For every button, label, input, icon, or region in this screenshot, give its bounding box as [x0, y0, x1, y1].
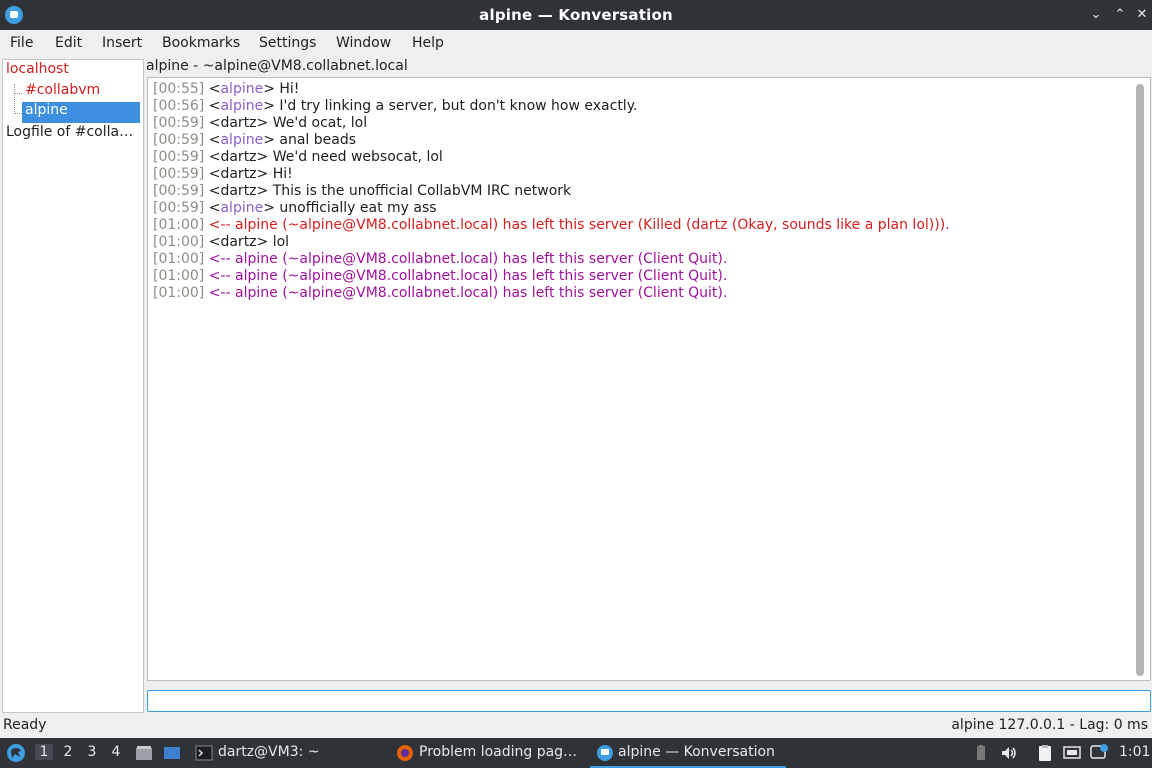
tree-item-collabvm[interactable]: #collabvm	[25, 82, 100, 98]
application-menu-icon[interactable]	[6, 743, 26, 763]
message-text: unofficially eat my ass	[274, 200, 437, 216]
desktop-4[interactable]: 4	[107, 744, 125, 760]
chat-line: [01:00] <-- alpine (~alpine@VM8.collabne…	[153, 251, 727, 267]
message-timestamp: [01:00]	[153, 217, 205, 233]
chat-line: [01:00] <-- alpine (~alpine@VM8.collabne…	[153, 217, 950, 233]
message-timestamp: [00:56]	[153, 98, 205, 114]
message-timestamp: [00:59]	[153, 200, 205, 216]
taskbar-firefox[interactable]: Problem loading pag…	[419, 744, 577, 760]
message-text: lol	[268, 234, 290, 250]
message-text: Hi!	[274, 81, 300, 97]
chat-line: [01:00] <-- alpine (~alpine@VM8.collabne…	[153, 285, 727, 301]
menu-window[interactable]: Window	[336, 35, 391, 51]
message-text: This is the unofficial CollabVM IRC netw…	[268, 183, 572, 199]
window-title: alpine — Konversation	[479, 6, 673, 24]
tree-item-localhost[interactable]: localhost	[6, 61, 69, 77]
message-nick[interactable]: dartz	[220, 183, 256, 199]
desktop-3[interactable]: 3	[83, 744, 101, 760]
chat-line: [00:59] <dartz> Hi!	[153, 166, 293, 182]
taskbar-konversation[interactable]: alpine — Konversation	[618, 744, 775, 760]
maximize-button[interactable]: ⌃	[1110, 5, 1130, 25]
chat-line: [01:00] <-- alpine (~alpine@VM8.collabne…	[153, 268, 727, 284]
message-nick[interactable]: dartz	[220, 149, 256, 165]
quit-notice: <-- alpine (~alpine@VM8.collabnet.local)…	[208, 285, 728, 301]
menu-file[interactable]: File	[10, 35, 33, 51]
file-manager-icon[interactable]	[135, 744, 153, 762]
message-nick[interactable]: dartz	[220, 234, 256, 250]
chat-line: [00:59] <dartz> We'd need websocat, lol	[153, 149, 443, 165]
message-timestamp: [00:59]	[153, 115, 205, 131]
menu-bar: File Edit Insert Bookmarks Settings Wind…	[0, 31, 1152, 57]
konversation-icon	[597, 745, 613, 761]
notifications-icon[interactable]	[1090, 744, 1108, 762]
show-desktop-icon[interactable]	[163, 744, 181, 762]
message-nick[interactable]: dartz	[220, 115, 256, 131]
clipboard-icon[interactable]	[1036, 744, 1054, 762]
message-timestamp: [00:55]	[153, 81, 205, 97]
title-bar: alpine — Konversation ⌄ ⌃ ✕	[0, 0, 1152, 30]
menu-edit[interactable]: Edit	[55, 35, 82, 51]
message-timestamp: [01:00]	[153, 268, 205, 284]
message-text: I'd try linking a server, but don't know…	[274, 98, 638, 114]
menu-settings[interactable]: Settings	[259, 35, 316, 51]
close-button[interactable]: ✕	[1132, 5, 1152, 25]
battery-icon[interactable]	[972, 744, 990, 762]
minimize-button[interactable]: ⌄	[1086, 5, 1106, 25]
chat-line: [00:56] <alpine> I'd try linking a serve…	[153, 98, 638, 114]
desktop-1[interactable]: 1	[35, 744, 53, 760]
status-text: Ready	[3, 717, 47, 733]
message-text: anal beads	[274, 132, 357, 148]
message-nick[interactable]: alpine	[220, 81, 263, 97]
connection-status: alpine 127.0.0.1 - Lag: 0 ms	[951, 717, 1148, 733]
menu-bookmarks[interactable]: Bookmarks	[162, 35, 240, 51]
chat-line: [00:55] <alpine> Hi!	[153, 81, 300, 97]
tree-guide	[14, 93, 22, 94]
chat-line: [00:59] <alpine> anal beads	[153, 132, 357, 148]
message-nick[interactable]: alpine	[220, 132, 263, 148]
chat-line: [00:59] <alpine> unofficially eat my ass	[153, 200, 437, 216]
tree-item-alpine[interactable]: alpine	[22, 102, 140, 123]
terminal-icon	[195, 745, 213, 761]
menu-insert[interactable]: Insert	[102, 35, 142, 51]
message-input[interactable]	[147, 690, 1151, 712]
chat-view: [00:55] <alpine> Hi! [00:56] <alpine> I'd…	[147, 77, 1151, 681]
tree-guide	[14, 113, 22, 114]
taskbar: 1 2 3 4 dartz@VM3: ~ Problem loading pag…	[0, 738, 1152, 768]
chat-scrollbar[interactable]	[1136, 84, 1144, 676]
message-nick[interactable]: dartz	[220, 166, 256, 182]
tree-guide	[14, 84, 15, 114]
message-text: We'd ocat, lol	[268, 115, 368, 131]
message-timestamp: [01:00]	[153, 234, 205, 250]
quit-notice: <-- alpine (~alpine@VM8.collabnet.local)…	[208, 251, 728, 267]
message-nick[interactable]: alpine	[220, 200, 263, 216]
message-timestamp: [00:59]	[153, 149, 205, 165]
message-timestamp: [00:59]	[153, 132, 205, 148]
menu-help[interactable]: Help	[412, 35, 444, 51]
chat-line: [01:00] <dartz> lol	[153, 234, 290, 250]
message-nick[interactable]: alpine	[220, 98, 263, 114]
network-icon[interactable]	[1063, 744, 1081, 762]
firefox-icon	[397, 745, 413, 761]
quit-notice: <-- alpine (~alpine@VM8.collabnet.local)…	[208, 268, 728, 284]
message-timestamp: [00:59]	[153, 166, 205, 182]
clock[interactable]: 1:01	[1119, 744, 1150, 760]
message-text: We'd need websocat, lol	[268, 149, 443, 165]
volume-icon[interactable]	[1000, 744, 1018, 762]
tree-item-logfile[interactable]: Logfile of #collab…	[6, 124, 140, 140]
message-timestamp: [01:00]	[153, 285, 205, 301]
chat-topic: alpine - ~alpine@VM8.collabnet.local	[146, 58, 408, 74]
desktop-2[interactable]: 2	[59, 744, 77, 760]
taskbar-terminal[interactable]: dartz@VM3: ~	[218, 744, 320, 760]
quit-notice: <-- alpine (~alpine@VM8.collabnet.local)…	[208, 217, 950, 233]
server-tree: localhost #collabvm alpine Logfile of #c…	[2, 59, 144, 713]
chat-line: [00:59] <dartz> This is the unofficial C…	[153, 183, 572, 199]
message-text: Hi!	[268, 166, 293, 182]
message-timestamp: [01:00]	[153, 251, 205, 267]
message-timestamp: [00:59]	[153, 183, 205, 199]
chat-line: [00:59] <dartz> We'd ocat, lol	[153, 115, 368, 131]
